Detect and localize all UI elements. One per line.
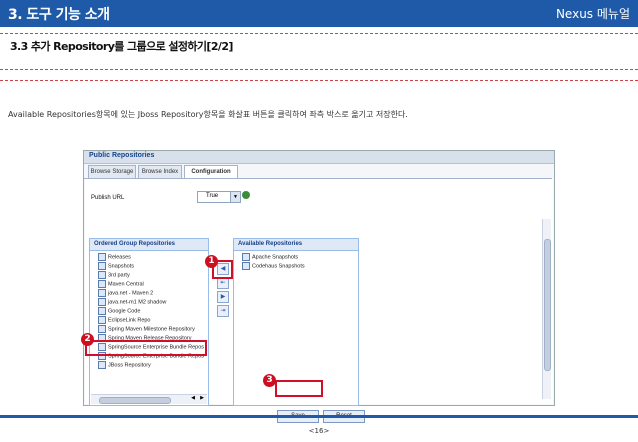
list-item[interactable]: java.net-m1 M2 shadow — [98, 298, 204, 307]
footer-bar — [0, 415, 638, 418]
divider — [0, 80, 638, 81]
publish-url-value: True — [206, 193, 219, 199]
repository-icon — [98, 262, 106, 270]
list-item[interactable]: java.net - Maven 2 — [98, 289, 204, 298]
tab-browse-storage[interactable]: Browse Storage — [88, 165, 136, 179]
list-item-label: java.net - Maven 2 — [108, 290, 154, 297]
step-marker-2: 2 — [81, 333, 94, 346]
list-item-label: Spring Maven Milestone Repository — [108, 326, 195, 333]
publish-url-label: Publish URL — [91, 195, 125, 201]
list-item[interactable]: Google Code — [98, 307, 204, 316]
step-marker-1: 1 — [205, 255, 218, 268]
list-item[interactable]: Apache Snapshots — [242, 253, 305, 262]
instruction-text: Available Repositories항목에 있는 Jboss Repos… — [8, 110, 408, 119]
available-items: Apache Snapshots Codehaus Snapshots — [242, 253, 305, 271]
list-item-label: Maven Central — [108, 281, 144, 288]
help-icon[interactable] — [242, 191, 250, 199]
scroll-right-icon[interactable]: ▶ — [200, 395, 204, 401]
scrollbar-thumb[interactable] — [544, 239, 551, 371]
list-item-label: Snapshots — [108, 263, 134, 270]
highlight-jboss-item — [85, 340, 207, 356]
divider — [0, 33, 638, 34]
list-item[interactable]: Maven Central — [98, 280, 204, 289]
page-header-bar: 3. 도구 기능 소개 Nexus 메뉴얼 — [0, 0, 638, 27]
list-item-label: Apache Snapshots — [252, 254, 299, 261]
move-right-button[interactable]: ▶ — [217, 291, 229, 303]
brand-label: Nexus 메뉴얼 — [555, 7, 630, 21]
repository-icon — [242, 262, 250, 270]
highlight-save — [275, 380, 323, 397]
publish-url-select[interactable]: True ▼ — [197, 191, 241, 203]
repository-icon — [98, 298, 106, 306]
tab-browse-index[interactable]: Browse Index — [138, 165, 182, 179]
panel-title: Public Repositories — [89, 152, 155, 159]
list-item[interactable]: EclipseLink Repo — [98, 316, 204, 325]
section-title: 3.3 추가 Repository를 그룹으로 설정하기[2/2] — [10, 40, 233, 53]
scrollbar-thumb[interactable] — [99, 397, 171, 404]
move-bottom-button[interactable]: ⇥ — [217, 305, 229, 317]
list-item-label: Google Code — [108, 308, 141, 315]
repository-icon — [98, 289, 106, 297]
list-item-label: Codehaus Snapshots — [252, 263, 305, 270]
step-marker-3: 3 — [263, 374, 276, 387]
page-number: <16> — [308, 427, 330, 435]
list-item[interactable]: Codehaus Snapshots — [242, 262, 305, 271]
vertical-scrollbar[interactable] — [542, 219, 551, 399]
nexus-screenshot: Public Repositories Browse Storage Brows… — [83, 150, 555, 423]
horizontal-scrollbar[interactable]: ◀ ▶ — [91, 394, 207, 404]
available-header: Available Repositories — [234, 239, 358, 251]
list-item[interactable]: 3rd party — [98, 271, 204, 280]
tab-configuration[interactable]: Configuration — [184, 165, 238, 179]
repository-icon — [98, 316, 106, 324]
list-item-label: Releases — [108, 254, 131, 261]
scroll-left-icon[interactable]: ◀ — [191, 395, 195, 401]
repository-icon — [98, 307, 106, 315]
ordered-group-list: Ordered Group Repositories Releases Snap… — [89, 238, 209, 406]
chevron-down-icon[interactable]: ▼ — [230, 192, 240, 202]
list-item-label: 3rd party — [108, 272, 130, 279]
list-item[interactable]: Spring Maven Milestone Repository — [98, 325, 204, 334]
panel-header: Public Repositories — [84, 151, 554, 164]
list-item-label: JBoss Repository — [108, 362, 151, 369]
repository-icon — [98, 253, 106, 261]
ordered-group-header: Ordered Group Repositories — [90, 239, 208, 251]
repository-icon — [242, 253, 250, 261]
repository-icon — [98, 361, 106, 369]
list-item[interactable]: Releases — [98, 253, 204, 262]
chapter-title: 3. 도구 기능 소개 — [8, 7, 110, 23]
configuration-panel: Publish URL True ▼ Ordered Group Reposit… — [85, 179, 553, 423]
divider — [0, 69, 638, 70]
repository-icon — [98, 280, 106, 288]
list-item-jboss[interactable]: JBoss Repository — [98, 361, 204, 370]
list-item-label: java.net-m1 M2 shadow — [108, 299, 167, 306]
list-item-label: EclipseLink Repo — [108, 317, 151, 324]
repository-icon — [98, 325, 106, 333]
list-item[interactable]: Snapshots — [98, 262, 204, 271]
repository-icon — [98, 271, 106, 279]
